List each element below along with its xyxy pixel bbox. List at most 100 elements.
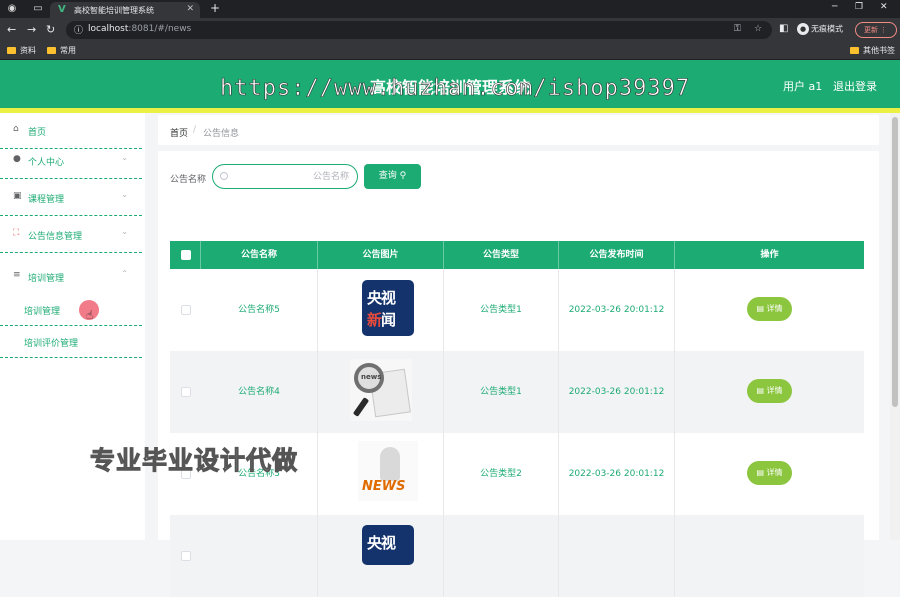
chevron-down-icon: ⌄ bbox=[121, 153, 128, 162]
breadcrumb-current: 公告信息 bbox=[203, 129, 240, 139]
sidebar-subitem-label: 培训评价管理 bbox=[24, 339, 79, 349]
other-bookmarks[interactable]: 其他书签 bbox=[850, 45, 895, 56]
image-text-red: 新 bbox=[367, 311, 382, 329]
url-host: localhost bbox=[88, 24, 129, 34]
row-checkbox[interactable] bbox=[181, 387, 191, 397]
close-window-icon[interactable]: ✕ bbox=[880, 2, 888, 12]
breadcrumb-separator: / bbox=[193, 125, 197, 135]
cell-time bbox=[559, 515, 675, 597]
table-row: 央视 bbox=[170, 515, 864, 597]
bookmark-folder[interactable]: 资料 bbox=[7, 45, 36, 56]
logout-button[interactable]: 退出登录 bbox=[833, 78, 877, 94]
key-icon[interactable]: ⚿ bbox=[734, 24, 741, 34]
sidebar-item-notice[interactable]: ⛶ 公告信息管理 ⌄ bbox=[0, 217, 142, 253]
reload-icon[interactable]: ↻ bbox=[46, 23, 55, 36]
image-text: 央视 bbox=[367, 289, 396, 307]
bookmark-folder[interactable]: 常用 bbox=[47, 45, 76, 56]
close-tab-icon[interactable]: ✕ bbox=[186, 4, 194, 14]
sidebar-subitem-label: 培训管理 bbox=[24, 307, 61, 317]
incognito-icon: ● bbox=[797, 23, 809, 35]
chevron-down-icon: ⌄ bbox=[121, 227, 128, 236]
browser-menu-icon[interactable]: ◉ bbox=[6, 3, 18, 15]
sidebar-item-profile[interactable]: ● 个人中心 ⌄ bbox=[0, 143, 142, 179]
user-icon: ● bbox=[13, 154, 21, 164]
info-icon[interactable]: ⓘ bbox=[74, 23, 83, 36]
detail-button[interactable]: ▤ 详情 bbox=[747, 297, 792, 321]
url-path: :8081/#/news bbox=[128, 24, 192, 34]
header-action: 操作 bbox=[760, 250, 779, 260]
select-all-checkbox[interactable] bbox=[181, 250, 191, 260]
query-button[interactable]: 查询 ⚲ bbox=[364, 164, 421, 189]
figure-shape bbox=[380, 447, 400, 481]
search-field[interactable] bbox=[212, 164, 358, 189]
header-name: 公告名称 bbox=[201, 241, 318, 269]
bookmarks-bar: 资料 常用 其他书签 bbox=[0, 42, 900, 60]
cctv-news-image: 央视 新闻 bbox=[362, 280, 414, 336]
image-text-white: 闻 bbox=[381, 311, 396, 329]
breadcrumb-home[interactable]: 首页 bbox=[170, 126, 188, 139]
notice-icon: ⛶ bbox=[13, 228, 20, 238]
address-bar: ← → ↻ ⓘ localhost:8081/#/news ⚿ ☆ ◧ ● 无痕模… bbox=[0, 18, 900, 42]
tab-strip-icon[interactable]: ▭ bbox=[32, 3, 44, 15]
detail-button[interactable]: ▤ 详情 bbox=[747, 461, 792, 485]
browser-tab-active[interactable]: V 高校智能培训管理系统 ✕ bbox=[50, 2, 200, 18]
folder-icon bbox=[7, 47, 16, 54]
table-row: 公告名称4 news 公告类型1 2022-03-26 20:01:12 ▤ 详… bbox=[170, 351, 864, 433]
url-text: localhost:8081/#/news bbox=[88, 24, 191, 34]
other-bookmarks-label: 其他书签 bbox=[863, 46, 895, 55]
row-checkbox[interactable] bbox=[181, 551, 191, 561]
magnifier-lens: news bbox=[354, 363, 384, 393]
url-watermark: https://www.huzhan.com/ishop39397 bbox=[220, 76, 691, 102]
table-row: 公告名称5 央视 新闻 公告类型1 2022-03-26 20:01:12 ▤ … bbox=[170, 269, 864, 351]
incognito-indicator[interactable]: ● 无痕模式 bbox=[797, 23, 843, 35]
search-input[interactable] bbox=[231, 169, 349, 185]
header-checkbox-cell bbox=[170, 241, 201, 269]
side-panel-icon[interactable]: ◧ bbox=[779, 23, 788, 34]
sidebar-subitem-training[interactable]: 培训管理 bbox=[0, 294, 142, 326]
cell-time: 2022-03-26 20:01:12 bbox=[559, 433, 675, 515]
minimize-icon[interactable]: ─ bbox=[832, 2, 837, 12]
bookmark-label: 常用 bbox=[60, 46, 76, 55]
incognito-label: 无痕模式 bbox=[811, 24, 843, 34]
folder-icon bbox=[850, 47, 859, 54]
url-input[interactable]: ⓘ localhost:8081/#/news ⚿ ☆ bbox=[66, 21, 772, 39]
forward-icon[interactable]: → bbox=[27, 23, 36, 36]
detail-button[interactable]: ▤ 详情 bbox=[747, 379, 792, 403]
detail-label: 详情 bbox=[766, 468, 783, 477]
update-button[interactable]: 更新 ⋮ bbox=[855, 22, 897, 38]
query-button-label: 查询 bbox=[378, 171, 397, 181]
cctv-news-image: 央视 bbox=[362, 525, 414, 565]
star-icon[interactable]: ☆ bbox=[754, 24, 762, 34]
bookmark-label: 资料 bbox=[20, 46, 36, 55]
back-icon[interactable]: ← bbox=[7, 23, 16, 36]
image-text: 新闻 bbox=[367, 309, 396, 330]
header-time: 公告发布时间 bbox=[559, 241, 675, 269]
image-text: news bbox=[361, 373, 382, 381]
promo-watermark: 专业毕业设计代做 bbox=[89, 446, 299, 476]
sidebar-item-course[interactable]: ▣ 课程管理 ⌄ bbox=[0, 180, 142, 216]
sidebar-item-label: 培训管理 bbox=[28, 274, 65, 284]
scrollbar-thumb[interactable] bbox=[892, 117, 898, 407]
new-tab-icon[interactable]: + bbox=[210, 1, 220, 15]
sidebar-item-training[interactable]: ≡ 培训管理 ⌃ bbox=[0, 259, 142, 295]
sidebar-subitem-evaluation[interactable]: 培训评价管理 bbox=[0, 326, 142, 358]
cell-type bbox=[444, 515, 559, 597]
detail-icon: ▤ bbox=[756, 386, 764, 395]
page-scrollbar[interactable] bbox=[890, 113, 900, 540]
maximize-icon[interactable]: ❐ bbox=[855, 2, 863, 12]
news-figure-image: NEWS bbox=[358, 441, 418, 501]
cell-time: 2022-03-26 20:01:12 bbox=[559, 351, 675, 433]
browser-tab-bar: ◉ ▭ V 高校智能培训管理系统 ✕ + ─ ❐ ✕ bbox=[0, 0, 900, 18]
table-header: 公告名称 公告图片 公告类型 公告发布时间 操作 bbox=[170, 241, 864, 269]
detail-icon: ▤ bbox=[756, 304, 764, 313]
header-type: 公告类型 bbox=[444, 241, 559, 269]
course-icon: ▣ bbox=[13, 191, 22, 201]
row-checkbox[interactable] bbox=[181, 305, 191, 315]
search-icon: ⚲ bbox=[399, 171, 407, 181]
chevron-down-icon: ⌄ bbox=[121, 190, 128, 199]
detail-icon: ▤ bbox=[756, 468, 764, 477]
chevron-up-icon: ⌃ bbox=[121, 269, 128, 278]
user-name: 用户 a1 bbox=[783, 80, 823, 93]
cell-name: 公告名称4 bbox=[201, 351, 318, 433]
browser-tab-title: 高校智能培训管理系统 bbox=[74, 6, 154, 15]
